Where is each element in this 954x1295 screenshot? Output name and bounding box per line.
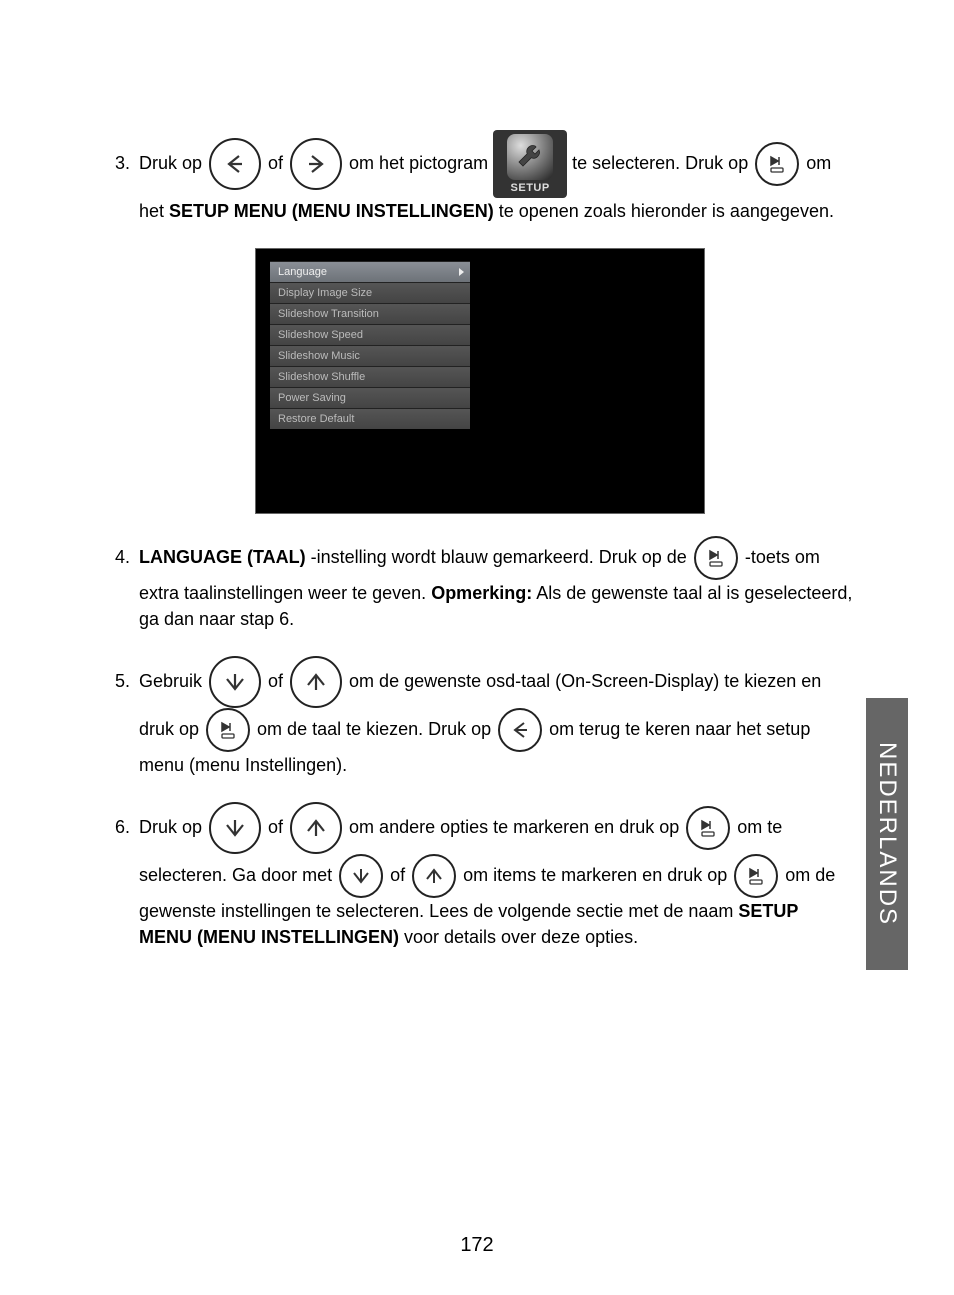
- language-tab-label: NEDERLANDS: [873, 742, 901, 926]
- menu-item: Slideshow Transition: [270, 303, 470, 324]
- chevron-right-icon: [459, 268, 464, 276]
- text: of: [263, 817, 288, 837]
- text: om items te markeren en druk op: [458, 865, 732, 885]
- arrow-left-icon: [498, 708, 542, 752]
- text: voor details over deze opties.: [399, 927, 638, 947]
- step-number: 5.: [115, 668, 139, 694]
- step-4: 4.LANGUAGE (TAAL) -instelling wordt blau…: [115, 536, 855, 632]
- language-tab: NEDERLANDS: [866, 698, 908, 970]
- text: of: [263, 671, 288, 691]
- arrow-right-icon: [290, 138, 342, 190]
- bold-text: LANGUAGE (TAAL): [139, 547, 306, 567]
- bold-text: Opmerking:: [431, 583, 532, 603]
- wrench-icon: [507, 134, 553, 180]
- text: om het pictogram: [344, 153, 493, 173]
- play-pause-icon: [755, 142, 799, 186]
- text: -instelling wordt blauw gemarkeerd. Druk…: [306, 547, 692, 567]
- menu-item: Slideshow Shuffle: [270, 366, 470, 387]
- menu-item: Slideshow Speed: [270, 324, 470, 345]
- arrow-left-icon: [209, 138, 261, 190]
- menu-item: Slideshow Music: [270, 345, 470, 366]
- menu-list: LanguageDisplay Image SizeSlideshow Tran…: [270, 261, 470, 429]
- step-5: 5.Gebruik of om de gewenste osd-taal (On…: [115, 656, 855, 778]
- text: Druk op: [139, 817, 207, 837]
- arrow-up-icon: [290, 802, 342, 854]
- setup-pictogram: SETUP: [493, 130, 567, 198]
- text: om andere opties te markeren en druk op: [344, 817, 684, 837]
- page-number: 172: [0, 1234, 954, 1257]
- page-content: 3.Druk op of om het pictogram SETUP te s…: [115, 130, 855, 975]
- arrow-down-icon: [209, 656, 261, 708]
- arrow-up-icon: [290, 656, 342, 708]
- arrow-down-icon: [209, 802, 261, 854]
- step-number: 3.: [115, 150, 139, 176]
- menu-item: Language: [270, 261, 470, 282]
- play-pause-icon: [734, 854, 778, 898]
- arrow-down-icon: [339, 854, 383, 898]
- text: of: [263, 153, 288, 173]
- menu-item: Restore Default: [270, 408, 470, 429]
- text: om de taal te kiezen. Druk op: [252, 719, 496, 739]
- play-pause-icon: [694, 536, 738, 580]
- step-6: 6.Druk op of om andere opties te markere…: [115, 802, 855, 950]
- step-number: 4.: [115, 544, 139, 570]
- menu-item: Display Image Size: [270, 282, 470, 303]
- play-pause-icon: [686, 806, 730, 850]
- text: Druk op: [139, 153, 207, 173]
- play-pause-icon: [206, 708, 250, 752]
- text: of: [385, 865, 410, 885]
- setup-menu-screenshot: LanguageDisplay Image SizeSlideshow Tran…: [255, 248, 705, 514]
- arrow-up-icon: [412, 854, 456, 898]
- step-number: 6.: [115, 814, 139, 840]
- bold-text: SETUP MENU (MENU INSTELLINGEN): [169, 201, 494, 221]
- text: Gebruik: [139, 671, 207, 691]
- text: te openen zoals hieronder is aangegeven.: [494, 201, 834, 221]
- menu-item: Power Saving: [270, 387, 470, 408]
- text: te selecteren. Druk op: [567, 153, 753, 173]
- setup-label: SETUP: [493, 182, 567, 195]
- step-3: 3.Druk op of om het pictogram SETUP te s…: [115, 130, 855, 224]
